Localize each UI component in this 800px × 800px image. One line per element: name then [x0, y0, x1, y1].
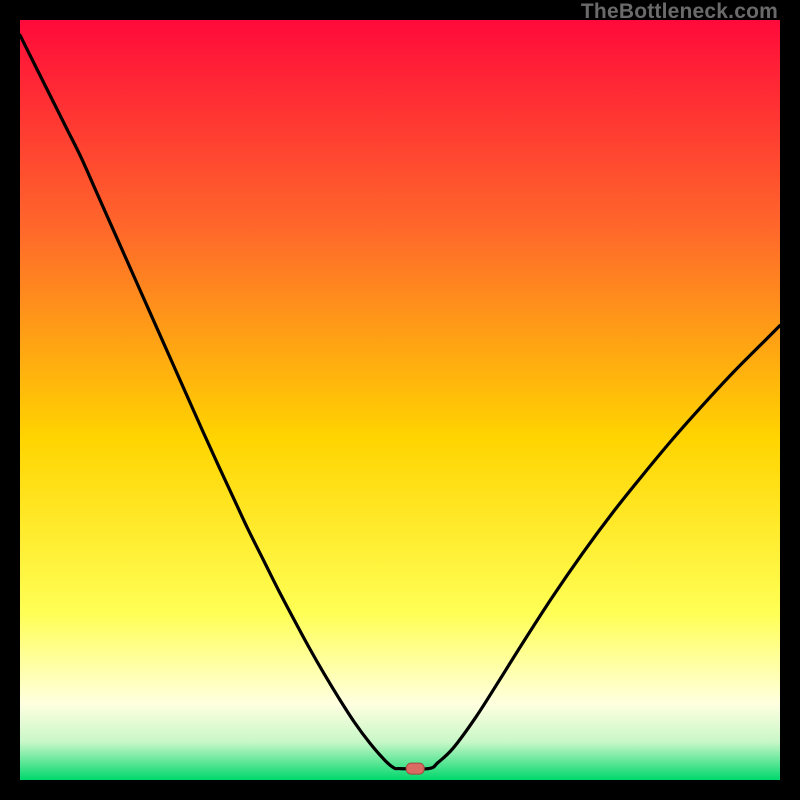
- watermark-text: TheBottleneck.com: [581, 0, 778, 24]
- chart-plot-area: [20, 20, 780, 780]
- chart-svg: [20, 20, 780, 780]
- gradient-background: [20, 20, 780, 780]
- chart-frame: TheBottleneck.com: [0, 0, 800, 800]
- optimal-marker: [406, 763, 424, 774]
